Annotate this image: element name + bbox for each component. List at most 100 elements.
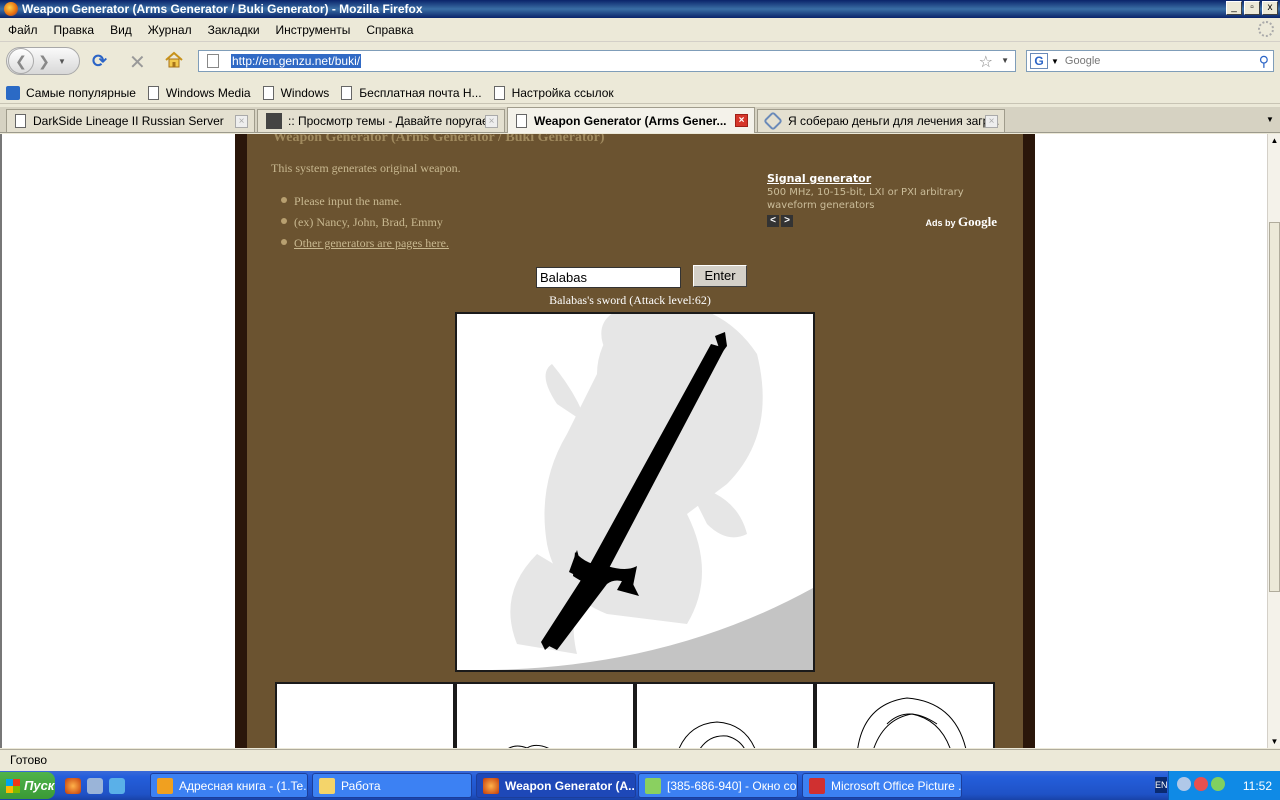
page-description: This system generates original weapon. <box>271 161 461 175</box>
task-work-folder[interactable]: Работа <box>312 773 472 798</box>
thumbnail-strip <box>275 682 995 748</box>
url-dropdown-icon[interactable]: ▼ <box>1001 56 1009 65</box>
list-item: Other generators are pages here. <box>281 236 449 257</box>
menu-edit[interactable]: Правка <box>54 23 95 37</box>
window-title-bar[interactable]: Weapon Generator (Arms Generator / Buki … <box>0 0 1280 18</box>
bookmark-customize-links[interactable]: Настройка ссылок <box>493 85 614 100</box>
weapon-thumbnail[interactable] <box>455 682 635 748</box>
office-picture-icon <box>809 777 825 794</box>
name-input[interactable]: Balabas <box>536 267 681 288</box>
bookmark-most-visited[interactable]: Самые популярные <box>6 85 136 100</box>
maximize-button[interactable]: ▫ <box>1244 1 1260 15</box>
menu-bookmarks[interactable]: Закладки <box>208 23 260 37</box>
close-tab-icon[interactable]: × <box>985 115 998 128</box>
instructions-list: Please input the name. (ex) Nancy, John,… <box>281 194 449 257</box>
tab-forum[interactable]: :: Просмотр темы - Давайте поругае... × <box>257 109 505 132</box>
history-dropdown-icon[interactable]: ▼ <box>58 57 66 66</box>
ad-text[interactable]: 500 MHz, 10-15-bit, LXI or PXI arbitrary… <box>767 186 1007 212</box>
page-icon <box>516 113 527 128</box>
reload-button[interactable]: ⟳ <box>92 51 107 72</box>
taskbar: Пуск Адресная книга - (1.Te... Работа We… <box>0 771 1280 800</box>
close-tab-icon[interactable]: × <box>485 115 498 128</box>
tray-security-icon[interactable] <box>1194 777 1208 791</box>
address-bar[interactable]: http://en.genzu.net/buki/ ☆ ▼ <box>198 50 1016 72</box>
forum-favicon-icon <box>266 113 282 129</box>
close-tab-icon[interactable]: × <box>235 115 248 128</box>
navigation-toolbar: ❮ ❯ ▼ ⟳ ✕ http://en.genzu.net/buki/ ☆ ▼ … <box>0 42 1280 80</box>
page-viewport: Weapon Generator (Arms Generator / Buki … <box>0 134 1267 748</box>
scrollbar-thumb[interactable] <box>1269 222 1280 592</box>
sword-illustration <box>457 314 813 670</box>
back-button[interactable]: ❮ <box>8 48 34 74</box>
google-logo-text: Google <box>958 214 997 229</box>
google-engine-icon[interactable]: G <box>1030 53 1048 69</box>
weapon-thumbnail[interactable] <box>635 682 815 748</box>
ad-title-link[interactable]: Signal generator <box>767 172 1007 185</box>
menu-history[interactable]: Журнал <box>148 23 192 37</box>
bookmark-windows[interactable]: Windows <box>262 85 329 100</box>
search-icon[interactable]: ⚲ <box>1259 53 1269 70</box>
close-tab-icon[interactable]: × <box>735 114 748 127</box>
weapon-thumbnail[interactable] <box>275 682 455 748</box>
other-generators-link[interactable]: Other generators are pages here. <box>294 236 449 250</box>
search-placeholder[interactable]: Google <box>1065 55 1100 67</box>
bookmark-star-icon[interactable]: ☆ <box>979 52 993 72</box>
page-icon <box>15 114 26 128</box>
minimize-button[interactable]: _ <box>1226 1 1242 15</box>
menu-tools[interactable]: Инструменты <box>276 23 351 37</box>
engine-dropdown-icon[interactable]: ▼ <box>1051 57 1059 66</box>
menu-file[interactable]: Файл <box>8 23 38 37</box>
enter-button[interactable]: Enter <box>693 265 747 287</box>
menu-view[interactable]: Вид <box>110 23 132 37</box>
task-label: Microsoft Office Picture ... <box>831 778 962 793</box>
search-box[interactable]: G ▼ Google ⚲ <box>1026 50 1274 72</box>
menu-bar: Файл Правка Вид Журнал Закладки Инструме… <box>0 18 1280 42</box>
task-chat-window[interactable]: [385-686-940] - Окно со... <box>638 773 798 798</box>
ad-next-button[interactable]: > <box>781 215 793 227</box>
list-item: (ex) Nancy, John, Brad, Emmy <box>281 215 449 236</box>
task-weapon-generator[interactable]: Weapon Generator (A... <box>476 773 636 798</box>
address-book-icon <box>157 777 173 794</box>
language-indicator[interactable]: EN <box>1155 777 1168 793</box>
bookmark-free-mail[interactable]: Бесплатная почта Н... <box>341 85 482 100</box>
page-icon <box>493 85 505 100</box>
scroll-up-icon[interactable]: ▲ <box>1268 134 1280 147</box>
ads-by-google-link[interactable]: Ads by Google <box>925 214 997 230</box>
task-label: [385-686-940] - Окно со... <box>667 778 798 793</box>
start-label: Пуск <box>24 778 55 793</box>
close-button[interactable]: x <box>1262 1 1278 15</box>
ad-prev-button[interactable]: < <box>767 215 779 227</box>
stop-button[interactable]: ✕ <box>129 50 146 75</box>
viewport-left-edge <box>0 134 2 748</box>
page-title: Weapon Generator (Arms Generator / Buki … <box>273 134 605 145</box>
scroll-down-icon[interactable]: ▼ <box>1268 735 1280 748</box>
folder-icon <box>319 777 335 794</box>
quick-launch <box>65 777 125 794</box>
tab-weapon-generator[interactable]: Weapon Generator (Arms Gener... × <box>507 107 755 133</box>
page-icon <box>341 85 353 100</box>
tray-messenger-icon[interactable] <box>1211 777 1225 791</box>
tray-network-icon[interactable] <box>1177 777 1191 791</box>
url-text[interactable]: http://en.genzu.net/buki/ <box>231 54 362 68</box>
task-label: Работа <box>341 778 381 793</box>
start-button[interactable]: Пуск <box>0 772 55 799</box>
firefox-quicklaunch-icon[interactable] <box>65 777 81 794</box>
weapon-image <box>455 312 815 672</box>
task-address-book[interactable]: Адресная книга - (1.Te... <box>150 773 308 798</box>
bookmark-windows-media[interactable]: Windows Media <box>147 85 251 100</box>
window-title: Weapon Generator (Arms Generator / Buki … <box>22 2 423 16</box>
ie-quicklaunch-icon[interactable] <box>109 777 125 794</box>
menu-help[interactable]: Справка <box>366 23 413 37</box>
home-icon[interactable] <box>164 50 184 70</box>
weapon-thumbnail[interactable] <box>815 682 995 748</box>
tab-list-dropdown-icon[interactable]: ▼ <box>1262 109 1278 131</box>
tab-fundraiser[interactable]: Я собераю деньги для лечения загр... × <box>757 109 1005 132</box>
tab-darkside[interactable]: DarkSide Lineage II Russian Server × <box>6 109 255 132</box>
page-content: Weapon Generator (Arms Generator / Buki … <box>247 134 1023 748</box>
vertical-scrollbar[interactable]: ▲ ▼ <box>1267 134 1280 748</box>
rss-icon <box>6 85 20 100</box>
task-office-picture[interactable]: Microsoft Office Picture ... <box>802 773 962 798</box>
forward-button[interactable]: ❯ <box>34 48 54 74</box>
thumbnail-sketch <box>857 697 967 748</box>
notepad-quicklaunch-icon[interactable] <box>87 777 103 794</box>
